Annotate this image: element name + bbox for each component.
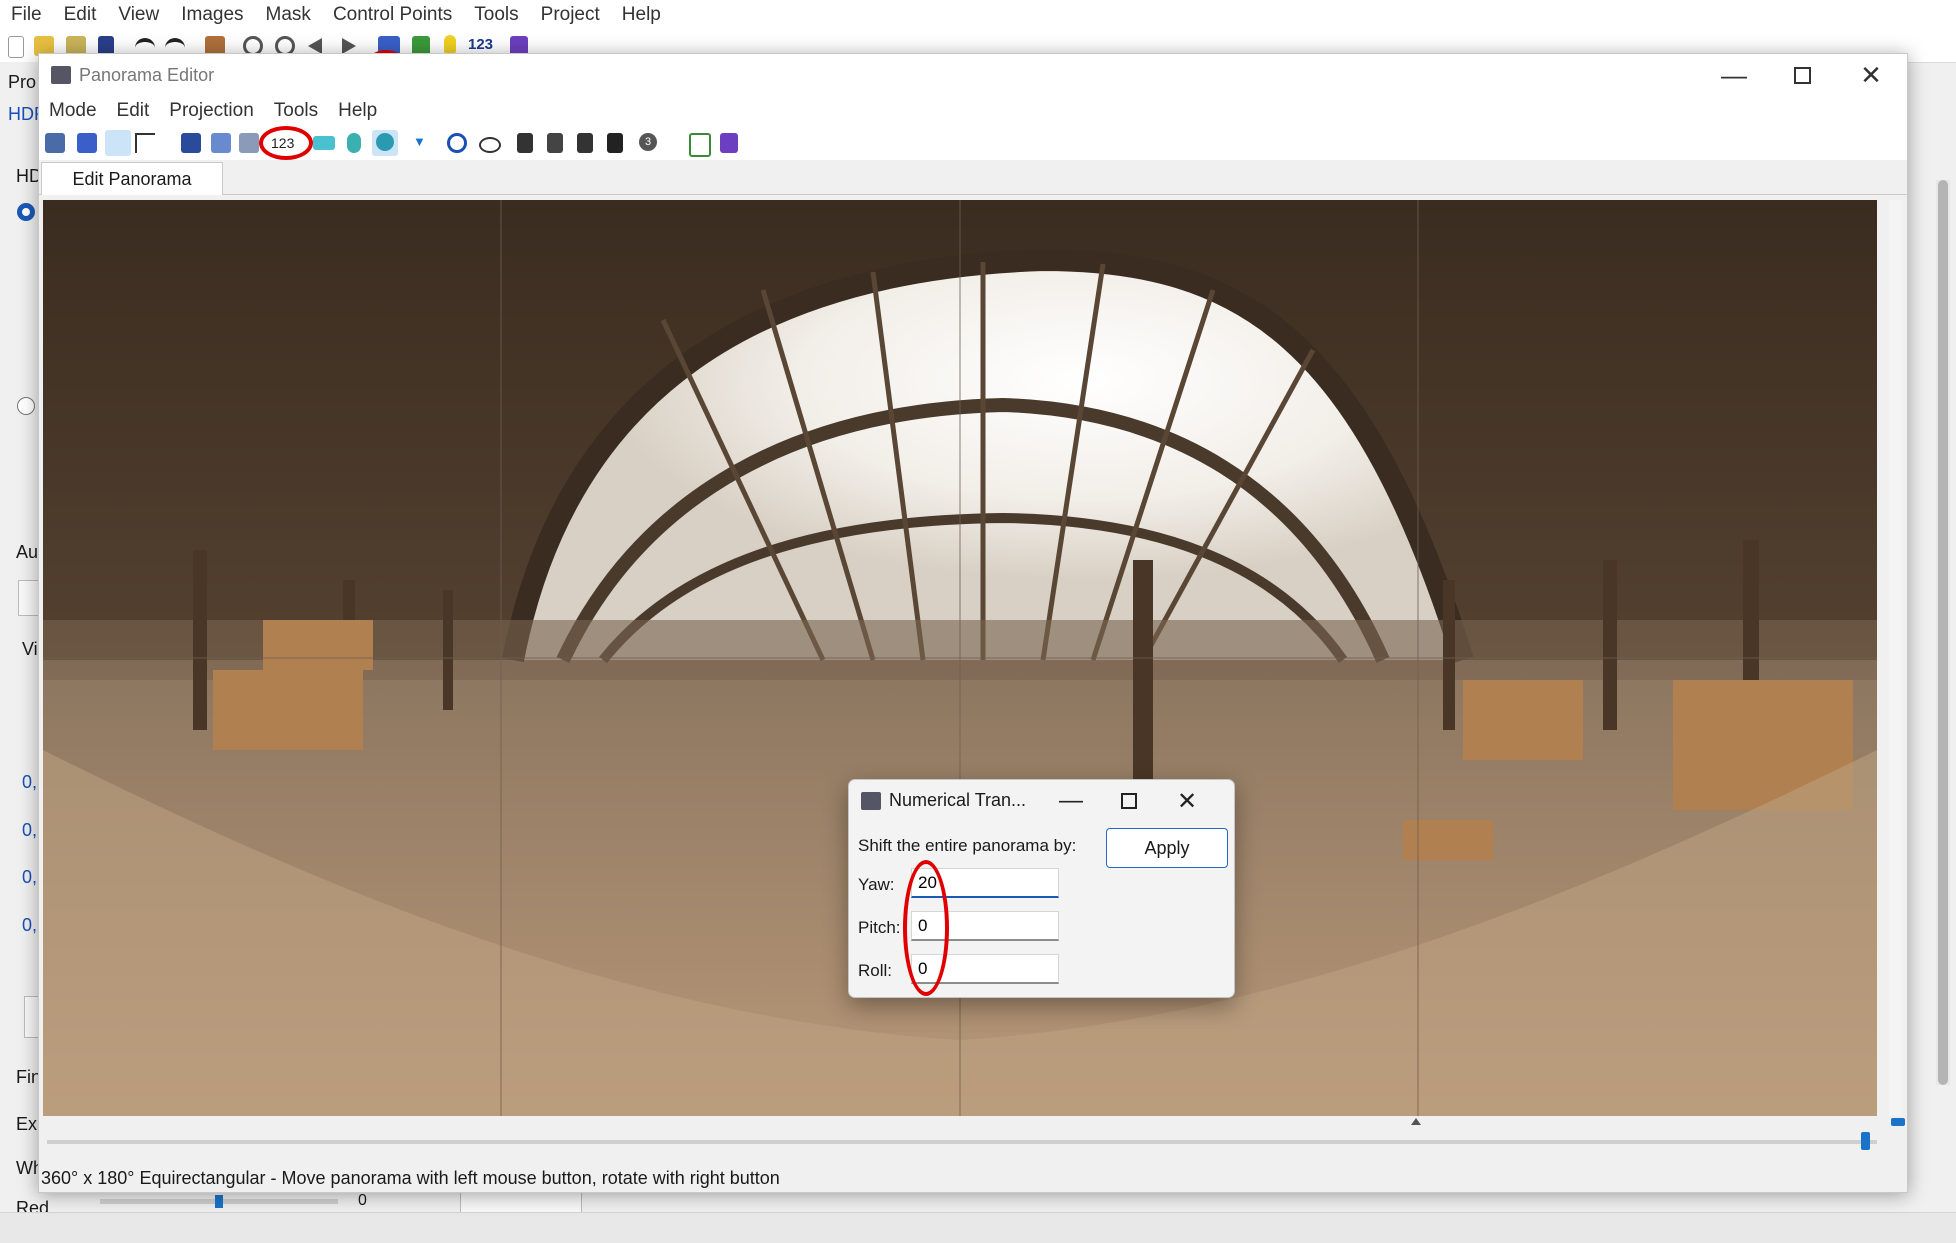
menu-mask[interactable]: Mask [255,4,322,26]
select-tool-icon[interactable] [45,133,65,153]
side-value-4: 0, [22,915,38,935]
yaw-label: Yaw: [858,875,895,894]
zoom-icon[interactable] [447,133,467,153]
scrollbar-thumb[interactable] [1938,180,1948,1085]
blend-icon-4[interactable] [607,133,623,153]
layout-mode-icon[interactable] [105,130,131,156]
dialog-title: Numerical Tran... [889,790,1027,810]
side-value-2: 0, [22,820,38,840]
side-label-view: Vi [22,639,38,659]
maximize-icon [1793,66,1811,84]
main-status-strip [0,1212,1956,1243]
lightbulb-icon[interactable] [444,35,456,53]
minimize-icon: — [1059,787,1083,814]
blend-icon-3[interactable] [577,133,593,153]
dialog-maximize-button[interactable] [1101,782,1157,820]
editor-tabbar: Edit Panorama [39,160,1907,195]
side-value-3: 0, [22,867,38,887]
red-slider-thumb[interactable] [215,1195,223,1208]
menu-tools[interactable]: Tools [463,4,529,26]
projection-dropdown-icon[interactable]: ▼ [413,134,426,149]
blend-icon-2[interactable] [547,133,563,153]
overview-icon[interactable] [689,133,711,157]
blend-icon-1[interactable] [517,133,533,153]
editor-vertical-scrollbar[interactable] [1889,200,1901,1116]
menu-control-points[interactable]: Control Points [322,4,463,26]
highlight-ellipse [903,860,949,996]
menu-view[interactable]: View [107,4,170,26]
dialog-titlebar[interactable]: Numerical Tran... — ✕ [849,780,1234,822]
dialog-minimize-button[interactable]: — [1043,782,1099,820]
preview-icon[interactable] [77,133,97,153]
editor-status-bar: 360° x 180° Equirectangular - Move panor… [41,1168,780,1188]
vertical-slider-thumb[interactable] [1891,1118,1905,1126]
rectilinear-projection-icon[interactable] [313,136,335,150]
editor-menu-mode[interactable]: Mode [39,100,107,122]
editor-menu-projection[interactable]: Projection [159,100,264,122]
side-value-1: 0, [22,772,38,792]
menu-project[interactable]: Project [530,4,611,26]
menu-help[interactable]: Help [611,4,672,26]
dialog-prompt: Shift the entire panorama by: [858,836,1077,855]
side-button[interactable] [18,580,40,616]
close-icon: ✕ [1176,787,1198,815]
minimize-button[interactable]: — [1699,54,1769,96]
cylindrical-projection-icon[interactable] [347,133,361,153]
gpu-icon[interactable] [720,133,738,153]
center-icon[interactable] [211,133,231,153]
panorama-editor-window: Panorama Editor — ✕ Mode Edit Projection… [38,53,1908,1193]
main-side-panel: Pro HDR HD Au Vi 0, 0, 0, 0, Fin Exp Wh … [0,62,49,1218]
next-image-icon[interactable] [342,38,356,54]
straighten-icon[interactable] [239,133,259,153]
roll-label: Roll: [858,961,893,980]
maximize-icon [1121,793,1137,809]
red-slider-value: 0 [358,1192,367,1209]
close-button[interactable]: ✕ [1836,54,1906,96]
editor-menu-tools[interactable]: Tools [264,100,328,122]
previous-image-icon[interactable] [308,38,322,54]
editor-horizontal-slider-track[interactable] [47,1140,1877,1144]
highlight-ring-123 [259,126,313,160]
editor-toolbar: 123 ▼ 3 [39,126,1907,160]
dialog-close-button[interactable]: ✕ [1159,782,1215,820]
horizontal-slider-thumb[interactable] [1861,1132,1870,1150]
maximize-button[interactable] [1767,54,1837,96]
editor-menu-help[interactable]: Help [328,100,387,122]
numerical-transform-dialog: Numerical Tran... — ✕ Shift the entire p… [848,779,1235,998]
editor-menu-edit[interactable]: Edit [107,100,160,122]
crosshair-icon[interactable] [135,133,155,153]
side-label-auto: Au [16,542,39,562]
minimize-icon: — [1721,59,1747,90]
menu-file[interactable]: File [0,4,53,26]
menu-images[interactable]: Images [170,4,254,26]
radio-unselected[interactable] [17,397,35,415]
layer-count-badge[interactable]: 3 [639,133,657,151]
eye-icon[interactable] [479,137,501,153]
sphere-projection-icon[interactable] [376,133,394,151]
editor-titlebar[interactable]: Panorama Editor — ✕ [39,54,1907,96]
fit-panorama-icon[interactable] [181,133,201,153]
menu-edit[interactable]: Edit [53,4,108,26]
apply-button[interactable]: Apply [1106,828,1228,868]
numerical-transform-label[interactable]: 123 [468,36,493,53]
dialog-app-icon [861,792,881,810]
horizontal-position-marker [1411,1118,1421,1125]
new-project-icon[interactable] [8,36,24,58]
main-vertical-scrollbar[interactable] [1936,180,1950,1085]
main-menubar: File Edit View Images Mask Control Point… [0,0,1956,30]
radio-selected[interactable] [17,203,35,221]
side-label-project: Pro [8,72,37,92]
close-icon: ✕ [1860,59,1882,90]
editor-menubar: Mode Edit Projection Tools Help [39,96,1907,126]
tab-edit-panorama[interactable]: Edit Panorama [41,162,223,195]
pitch-label: Pitch: [858,918,901,937]
editor-title: Panorama Editor [79,65,215,85]
panorama-editor-app-icon [51,66,71,84]
